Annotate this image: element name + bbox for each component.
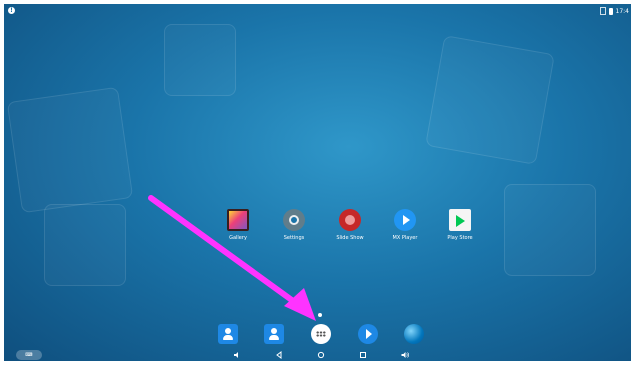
- contacts-icon[interactable]: [218, 324, 238, 344]
- app-mx-player[interactable]: MX Player: [381, 209, 429, 241]
- android-home-screen: ! 17:4 Gallery Settings Slide Show MX Pl…: [4, 4, 631, 361]
- page-indicator: [318, 313, 322, 317]
- signal-icon: [599, 7, 606, 15]
- wallpaper-tile: [504, 184, 596, 276]
- status-right: 17:4: [599, 7, 629, 15]
- home-icon[interactable]: [317, 351, 325, 359]
- volume-up-icon[interactable]: [401, 351, 410, 359]
- app-label: Gallery: [229, 235, 247, 241]
- contacts-icon[interactable]: [264, 324, 284, 344]
- play-store-icon: [449, 209, 471, 231]
- app-label: MX Player: [392, 235, 418, 241]
- recents-icon[interactable]: [359, 351, 367, 359]
- status-bar: ! 17:4: [4, 4, 631, 18]
- app-gallery[interactable]: Gallery: [214, 209, 262, 241]
- app-label: Play Store: [447, 235, 473, 241]
- gallery-icon: [227, 209, 249, 231]
- wallpaper-tile: [425, 35, 555, 165]
- navigation-bar: ⌨: [4, 349, 631, 361]
- keyboard-button[interactable]: ⌨: [16, 350, 42, 360]
- back-icon[interactable]: [275, 351, 283, 359]
- wallpaper-tile: [44, 204, 126, 286]
- app-label: Settings: [283, 235, 305, 241]
- app-launcher-icon[interactable]: [311, 324, 331, 344]
- volume-down-icon[interactable]: [233, 351, 241, 359]
- battery-icon: [608, 7, 613, 15]
- app-label: Slide Show: [336, 235, 364, 241]
- browser-icon[interactable]: [404, 324, 424, 344]
- notification-icon[interactable]: !: [8, 7, 15, 14]
- mx-player-icon: [394, 209, 416, 231]
- app-slide-show[interactable]: Slide Show: [326, 209, 374, 241]
- wallpaper-tile: [6, 86, 134, 214]
- play-icon[interactable]: [358, 324, 378, 344]
- wallpaper-tile: [164, 24, 236, 96]
- slideshow-icon: [339, 209, 361, 231]
- clock: 17:4: [615, 7, 629, 15]
- settings-icon: [283, 209, 305, 231]
- app-play-store[interactable]: Play Store: [436, 209, 484, 241]
- app-settings[interactable]: Settings: [270, 209, 318, 241]
